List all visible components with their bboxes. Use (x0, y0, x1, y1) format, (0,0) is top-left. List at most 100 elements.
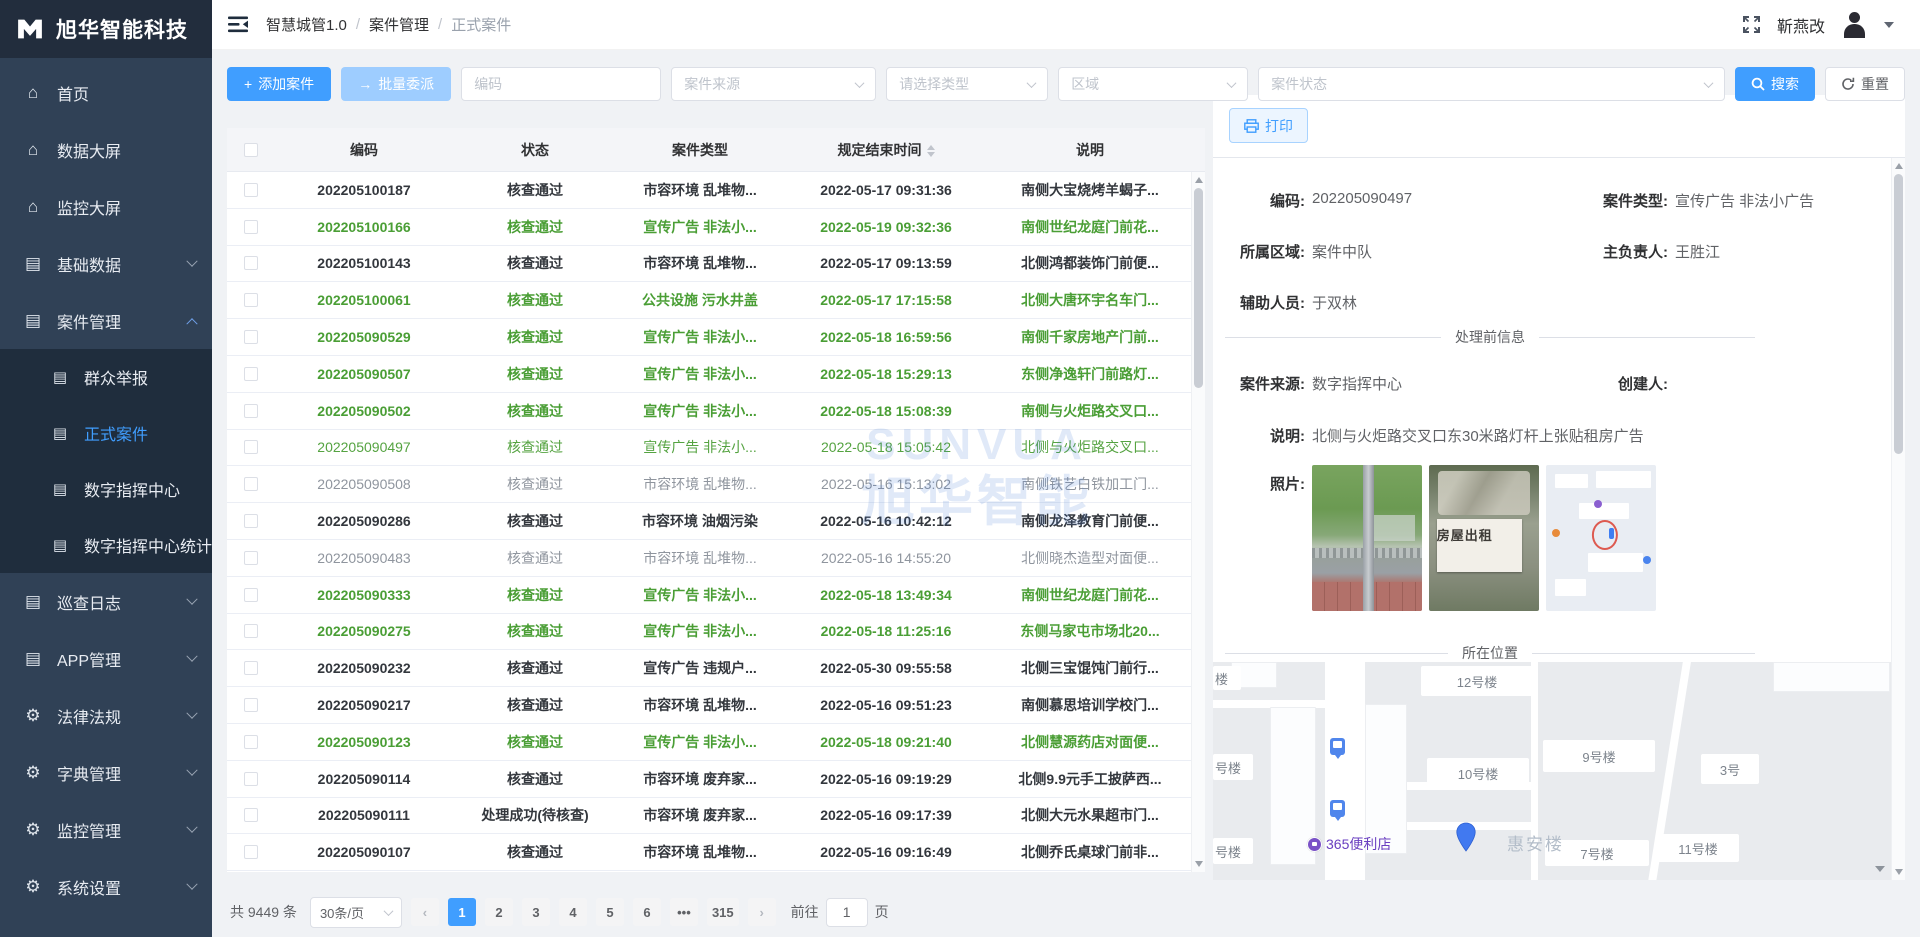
row-checkbox[interactable] (244, 477, 258, 491)
page-button-6[interactable]: 6 (633, 898, 661, 926)
sidebar-item-巡查日志[interactable]: ▤巡查日志 (0, 573, 212, 630)
row-checkbox[interactable] (244, 330, 258, 344)
fullscreen-icon[interactable] (1742, 15, 1761, 34)
sidebar-item-APP管理[interactable]: ▤APP管理 (0, 630, 212, 687)
add-case-button[interactable]: +添加案件 (227, 67, 331, 101)
page-button-4[interactable]: 4 (559, 898, 587, 926)
sidebar-subitem-数字指挥中心[interactable]: ▤数字指挥中心 (0, 461, 212, 517)
select-all-checkbox[interactable] (244, 143, 258, 157)
table-row[interactable]: 202205090502核查通过宣传广告 非法小...2022-05-18 15… (227, 393, 1205, 430)
goto-page-input[interactable] (826, 898, 868, 927)
row-checkbox[interactable] (244, 624, 258, 638)
code-input[interactable]: 编码 (461, 67, 661, 101)
user-menu-caret-icon[interactable] (1884, 22, 1894, 28)
print-button[interactable]: 打印 (1229, 108, 1308, 143)
breadcrumb-item[interactable]: 智慧城管1.0 (266, 14, 347, 35)
row-checkbox[interactable] (244, 440, 258, 454)
case-type-select[interactable]: 请选择类型 (886, 67, 1048, 101)
table-row[interactable]: 202205090123核查通过宣传广告 非法小...2022-05-18 09… (227, 724, 1205, 761)
table-row[interactable]: 202205090529核查通过宣传广告 非法小...2022-05-18 16… (227, 319, 1205, 356)
page-button-3[interactable]: 3 (522, 898, 550, 926)
prev-page-button[interactable]: ‹ (411, 898, 439, 926)
sidebar-item-字典管理[interactable]: ⚙字典管理 (0, 744, 212, 801)
menu-fold-icon[interactable] (228, 16, 248, 33)
page-size-select[interactable]: 30条/页 (310, 897, 402, 928)
sidebar-item-法律法规[interactable]: ⚙法律法规 (0, 687, 212, 744)
row-checkbox[interactable] (244, 183, 258, 197)
table-row[interactable]: 202205090217核查通过市容环境 乱堆物...2022-05-16 09… (227, 687, 1205, 724)
table-row[interactable]: 202205090333核查通过宣传广告 非法小...2022-05-18 13… (227, 577, 1205, 614)
photo-street-scene[interactable] (1312, 465, 1422, 611)
table-row[interactable]: 202205100143核查通过市容环境 乱堆物...2022-05-17 09… (227, 246, 1205, 283)
table-row[interactable]: 202205090497核查通过宣传广告 非法小...2022-05-18 15… (227, 430, 1205, 467)
scroll-thumb[interactable] (1894, 174, 1903, 454)
page-button-315[interactable]: 315 (707, 898, 739, 926)
row-checkbox[interactable] (244, 367, 258, 381)
row-checkbox[interactable] (244, 772, 258, 786)
area-select[interactable]: 区域 (1058, 67, 1248, 101)
table-row[interactable]: 202205090507核查通过宣传广告 非法小...2022-05-18 15… (227, 356, 1205, 393)
sidebar-subitem-群众举报[interactable]: ▤群众举报 (0, 349, 212, 405)
row-checkbox[interactable] (244, 293, 258, 307)
row-checkbox[interactable] (244, 220, 258, 234)
scroll-thumb[interactable] (1194, 188, 1203, 388)
sidebar-item-监控大屏[interactable]: ⌂监控大屏 (0, 178, 212, 235)
table-row[interactable]: 202205090275核查通过宣传广告 非法小...2022-05-18 11… (227, 614, 1205, 651)
column-header-code[interactable]: 编码 (275, 140, 453, 160)
page-button-5[interactable]: 5 (596, 898, 624, 926)
sort-icon[interactable] (927, 145, 935, 157)
row-checkbox[interactable] (244, 808, 258, 822)
sidebar-item-基础数据[interactable]: ▤基础数据 (0, 235, 212, 292)
detail-scrollbar[interactable] (1891, 158, 1905, 880)
table-row[interactable]: 202205090508核查通过市容环境 乱堆物...2022-05-16 15… (227, 466, 1205, 503)
reset-button[interactable]: 重置 (1825, 67, 1905, 101)
breadcrumb-item[interactable]: 案件管理 (369, 14, 429, 35)
photo-map-thumbnail[interactable] (1546, 465, 1656, 611)
sidebar-item-数据大屏[interactable]: ⌂数据大屏 (0, 121, 212, 178)
sidebar-item-首页[interactable]: ⌂首页 (0, 64, 212, 121)
case-status-select[interactable]: 案件状态 (1258, 67, 1725, 101)
row-checkbox[interactable] (244, 551, 258, 565)
sidebar-item-案件管理[interactable]: ▤案件管理 (0, 292, 212, 349)
column-header-status[interactable]: 状态 (453, 140, 617, 160)
photo-rental-poster[interactable]: 房屋出租 (1429, 465, 1539, 611)
column-header-type[interactable]: 案件类型 (617, 140, 783, 160)
table-row[interactable]: 202205090286核查通过市容环境 油烟污染2022-05-16 10:4… (227, 503, 1205, 540)
table-row[interactable]: 202205090232核查通过宣传广告 违规户...2022-05-30 09… (227, 650, 1205, 687)
row-checkbox[interactable] (244, 735, 258, 749)
scroll-up-icon[interactable] (1895, 163, 1903, 169)
table-row[interactable]: 202205090107核查通过市容环境 乱堆物...2022-05-16 09… (227, 834, 1205, 871)
row-checkbox[interactable] (244, 845, 258, 859)
search-button[interactable]: 搜索 (1735, 67, 1815, 101)
table-row[interactable]: 202205100061核查通过公共设施 污水井盖2022-05-17 17:1… (227, 282, 1205, 319)
sidebar-item-系统设置[interactable]: ⚙系统设置 (0, 858, 212, 915)
row-checkbox[interactable] (244, 404, 258, 418)
table-row[interactable]: 202205100166核查通过宣传广告 非法小...2022-05-19 09… (227, 209, 1205, 246)
batch-assign-button[interactable]: →批量委派 (341, 67, 451, 101)
page-ellipsis[interactable]: ••• (670, 898, 698, 926)
row-checkbox[interactable] (244, 661, 258, 675)
next-page-button[interactable]: › (748, 898, 776, 926)
row-checkbox[interactable] (244, 256, 258, 270)
avatar[interactable] (1841, 11, 1868, 38)
scroll-up-icon[interactable] (1195, 177, 1203, 183)
row-checkbox[interactable] (244, 514, 258, 528)
scroll-down-icon[interactable] (1895, 869, 1903, 875)
sidebar-subitem-正式案件[interactable]: ▤正式案件 (0, 405, 212, 461)
table-row[interactable]: 202205090111处理成功(待核查)市容环境 废弃家...2022-05-… (227, 798, 1205, 835)
scroll-down-icon[interactable] (1195, 861, 1203, 867)
row-checkbox[interactable] (244, 698, 258, 712)
sidebar-subitem-数字指挥中心统计[interactable]: ▤数字指挥中心统计 (0, 517, 212, 573)
column-header-endtime[interactable]: 规定结束时间 (783, 140, 989, 160)
row-checkbox[interactable] (244, 588, 258, 602)
table-scrollbar[interactable] (1191, 172, 1205, 872)
page-button-2[interactable]: 2 (485, 898, 513, 926)
column-header-desc[interactable]: 说明 (989, 140, 1191, 160)
location-map[interactable]: 楼 号楼 号楼 12号楼 10号楼 9号楼 3号 7号楼 11号楼 惠安楼 36… (1213, 662, 1891, 880)
table-row[interactable]: 202205100187核查通过市容环境 乱堆物...2022-05-17 09… (227, 172, 1205, 209)
table-row[interactable]: 202205090483核查通过市容环境 乱堆物...2022-05-16 14… (227, 540, 1205, 577)
page-button-1[interactable]: 1 (448, 898, 476, 926)
table-row[interactable]: 202205090114核查通过市容环境 废弃家...2022-05-16 09… (227, 761, 1205, 798)
sidebar-item-监控管理[interactable]: ⚙监控管理 (0, 801, 212, 858)
case-source-select[interactable]: 案件来源 (671, 67, 876, 101)
